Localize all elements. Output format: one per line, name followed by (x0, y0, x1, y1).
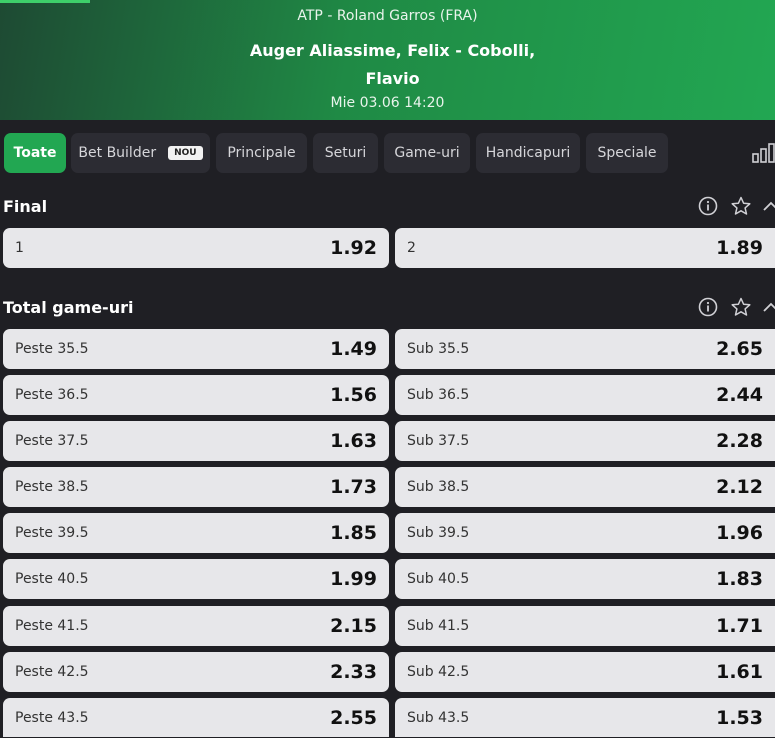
odd-label: Sub 39.5 (407, 525, 470, 541)
odd-value: 1.56 (330, 384, 377, 406)
odd-over-43-5[interactable]: Peste 43.5 2.55 (3, 698, 389, 737)
odd-over-41-5[interactable]: Peste 41.5 2.15 (3, 606, 389, 646)
new-badge: NOU (168, 146, 203, 160)
tab-label: Seturi (324, 145, 367, 161)
odd-over-40-5[interactable]: Peste 40.5 1.99 (3, 559, 389, 599)
market-tabs: Toate Bet Builder NOU Principale Seturi … (0, 133, 775, 173)
odd-label: 1 (15, 240, 24, 256)
odd-over-39-5[interactable]: Peste 39.5 1.85 (3, 513, 389, 553)
odd-value: 1.71 (716, 615, 763, 637)
tab-label: Toate (13, 145, 57, 161)
tab-game-uri[interactable]: Game-uri (384, 133, 470, 173)
odd-value: 2.44 (716, 384, 763, 406)
tab-label: Speciale (597, 145, 657, 161)
odd-label: Peste 40.5 (15, 571, 89, 587)
loading-bar (0, 0, 90, 3)
odd-label: 2 (407, 240, 416, 256)
odd-value: 1.63 (330, 430, 377, 452)
odd-label: Sub 40.5 (407, 571, 470, 587)
tab-label: Handicapuri (485, 145, 571, 161)
odd-label: Sub 35.5 (407, 341, 470, 357)
odd-over-36-5[interactable]: Peste 36.5 1.56 (3, 375, 389, 415)
tab-handicapuri[interactable]: Handicapuri (476, 133, 580, 173)
odd-label: Sub 36.5 (407, 387, 470, 403)
tab-label: Principale (227, 145, 296, 161)
odd-over-38-5[interactable]: Peste 38.5 1.73 (3, 467, 389, 507)
odd-label: Peste 37.5 (15, 433, 89, 449)
odd-value: 1.49 (330, 338, 377, 360)
bar-chart-icon[interactable] (752, 143, 775, 163)
odd-value: 1.73 (330, 476, 377, 498)
odd-label: Peste 41.5 (15, 618, 89, 634)
section-title-final: Final (3, 197, 48, 216)
odd-over-42-5[interactable]: Peste 42.5 2.33 (3, 652, 389, 692)
match-header: ATP - Roland Garros (FRA) Auger Aliassim… (0, 0, 775, 120)
tab-bet-builder[interactable]: Bet Builder NOU (71, 133, 210, 173)
odd-under-35-5[interactable]: Sub 35.5 2.65 (395, 329, 775, 369)
odd-value: 1.61 (716, 661, 763, 683)
odd-value: 2.55 (330, 707, 377, 729)
section-title-total-games: Total game-uri (3, 298, 134, 317)
tab-seturi[interactable]: Seturi (313, 133, 378, 173)
info-icon[interactable] (697, 195, 719, 217)
odd-value: 1.99 (330, 568, 377, 590)
odd-value: 1.92 (330, 237, 377, 259)
odd-under-41-5[interactable]: Sub 41.5 1.71 (395, 606, 775, 646)
odd-value: 2.33 (330, 661, 377, 683)
odd-label: Sub 43.5 (407, 710, 470, 726)
odd-under-38-5[interactable]: Sub 38.5 2.12 (395, 467, 775, 507)
odd-label: Sub 41.5 (407, 618, 470, 634)
odd-value: 1.89 (716, 237, 763, 259)
odd-button-2[interactable]: 2 1.89 (395, 228, 775, 268)
odd-label: Sub 37.5 (407, 433, 470, 449)
odd-under-42-5[interactable]: Sub 42.5 1.61 (395, 652, 775, 692)
odd-value: 1.83 (716, 568, 763, 590)
odd-value: 1.53 (716, 707, 763, 729)
chevron-up-icon[interactable] (763, 296, 775, 318)
odd-label: Peste 36.5 (15, 387, 89, 403)
tab-label: Game-uri (394, 145, 460, 161)
odd-label: Peste 39.5 (15, 525, 89, 541)
odd-over-37-5[interactable]: Peste 37.5 1.63 (3, 421, 389, 461)
tab-speciale[interactable]: Speciale (586, 133, 668, 173)
odd-over-35-5[interactable]: Peste 35.5 1.49 (3, 329, 389, 369)
odd-under-40-5[interactable]: Sub 40.5 1.83 (395, 559, 775, 599)
odd-value: 2.15 (330, 615, 377, 637)
tab-toate[interactable]: Toate (4, 133, 66, 173)
odd-label: Peste 35.5 (15, 341, 89, 357)
section-actions-total-games (697, 296, 775, 318)
star-icon[interactable] (730, 296, 752, 318)
odd-value: 1.85 (330, 522, 377, 544)
odd-under-36-5[interactable]: Sub 36.5 2.44 (395, 375, 775, 415)
odd-label: Sub 42.5 (407, 664, 470, 680)
odd-label: Peste 43.5 (15, 710, 89, 726)
odd-value: 2.65 (716, 338, 763, 360)
odd-label: Peste 42.5 (15, 664, 89, 680)
chevron-up-icon[interactable] (763, 195, 775, 217)
odd-button-1[interactable]: 1 1.92 (3, 228, 389, 268)
competition-name: ATP - Roland Garros (FRA) (297, 8, 478, 24)
info-icon[interactable] (697, 296, 719, 318)
match-title: Auger Aliassime, Felix - Cobolli, Flavio (249, 41, 536, 88)
tab-principale[interactable]: Principale (216, 133, 307, 173)
odd-value: 2.12 (716, 476, 763, 498)
odd-under-37-5[interactable]: Sub 37.5 2.28 (395, 421, 775, 461)
odd-label: Sub 38.5 (407, 479, 470, 495)
odd-under-43-5[interactable]: Sub 43.5 1.53 (395, 698, 775, 737)
tab-label: Bet Builder (78, 145, 157, 161)
odd-under-39-5[interactable]: Sub 39.5 1.96 (395, 513, 775, 553)
odd-label: Peste 38.5 (15, 479, 89, 495)
odd-value: 2.28 (716, 430, 763, 452)
section-actions-final (697, 195, 775, 217)
match-datetime: Mie 03.06 14:20 (330, 95, 445, 111)
star-icon[interactable] (730, 195, 752, 217)
odd-value: 1.96 (716, 522, 763, 544)
